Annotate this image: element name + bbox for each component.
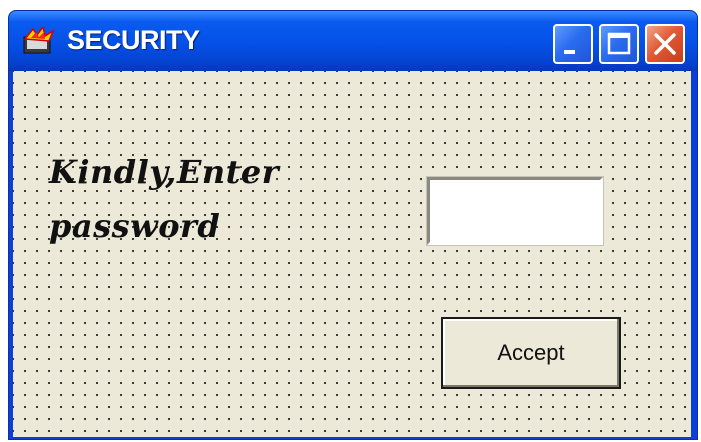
maximize-button[interactable]	[599, 24, 639, 64]
password-prompt-label: Kindly,Enter password	[49, 153, 280, 245]
minimize-icon	[564, 50, 575, 54]
password-input[interactable]	[426, 176, 604, 246]
close-button[interactable]	[645, 24, 685, 64]
close-icon	[654, 33, 676, 55]
maximize-icon	[607, 32, 631, 55]
vb-app-icon[interactable]	[21, 25, 55, 55]
accept-button[interactable]: Accept	[441, 317, 621, 389]
minimize-button[interactable]	[553, 24, 593, 64]
window-title: SECURITY	[67, 25, 200, 55]
security-window: SECURITY Kindly,Enter password Accept	[8, 10, 698, 440]
title-bar[interactable]: SECURITY	[9, 11, 697, 71]
form-client-area: Kindly,Enter password Accept	[13, 71, 691, 437]
